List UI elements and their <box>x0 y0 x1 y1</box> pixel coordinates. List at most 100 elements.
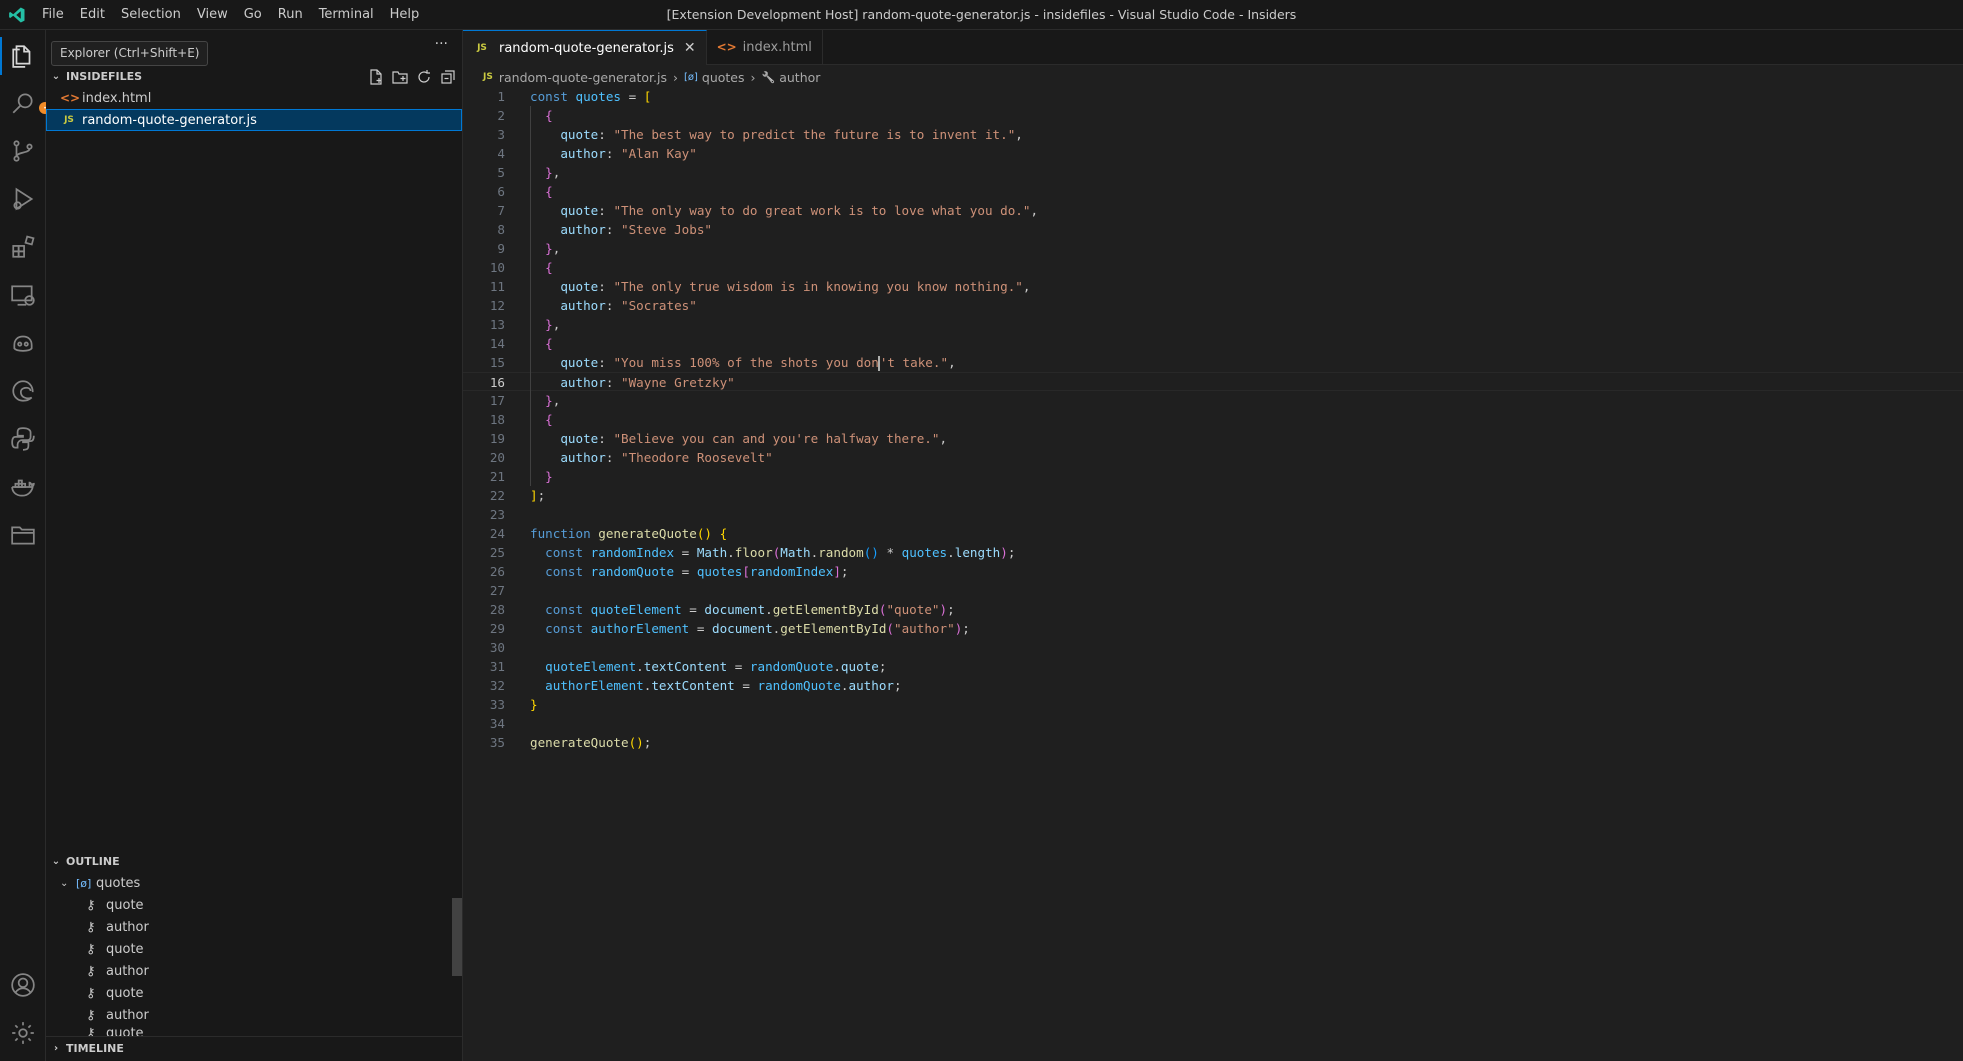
code-line[interactable]: 8 author: "Steve Jobs" <box>463 220 1963 239</box>
python-activity-button[interactable] <box>0 416 46 462</box>
breadcrumb-field[interactable]: author <box>779 70 820 85</box>
close-icon[interactable]: ✕ <box>684 40 696 56</box>
code-token: } <box>545 469 553 484</box>
code-line[interactable]: 21 } <box>463 467 1963 486</box>
code-line[interactable]: 28 const quoteElement = document.getElem… <box>463 600 1963 619</box>
code-line[interactable]: 31 quoteElement.textContent = randomQuot… <box>463 657 1963 676</box>
code-line[interactable]: 3 quote: "The best way to predict the fu… <box>463 125 1963 144</box>
remote-explorer-activity-button[interactable] <box>0 272 46 318</box>
outline-item-author[interactable]: ⚷ author <box>46 916 462 938</box>
outline-item-quote[interactable]: ⚷ quote <box>46 938 462 960</box>
outline-section-header[interactable]: ⌄ OUTLINE <box>46 850 462 872</box>
outline-scrollbar[interactable] <box>452 898 462 976</box>
copilot-activity-button[interactable] <box>0 320 46 366</box>
explorer-section-header[interactable]: ⌄ INSIDEFILES <box>46 65 462 87</box>
code-line[interactable]: 5 }, <box>463 163 1963 182</box>
copilot-icon <box>13 335 33 352</box>
code-line[interactable]: 34 <box>463 714 1963 733</box>
code-line[interactable]: 12 author: "Socrates" <box>463 296 1963 315</box>
code-editor[interactable]: 1 const quotes = [2 {3 quote: "The best w… <box>463 87 1963 752</box>
new-folder-button[interactable] <box>392 69 410 87</box>
code-line[interactable]: 18 { <box>463 410 1963 429</box>
code-line[interactable]: 33} <box>463 695 1963 714</box>
tab-index-html[interactable]: <> index.html <box>707 30 823 64</box>
code-line[interactable]: 26 const randomQuote = quotes[randomInde… <box>463 562 1963 581</box>
outline-item-quote[interactable]: ⚷ quote <box>46 894 462 916</box>
file-item-index-html[interactable]: <> index.html <box>46 87 462 109</box>
accounts-activity-button[interactable] <box>0 962 46 1008</box>
code-line[interactable]: 35 generateQuote(); <box>463 733 1963 752</box>
more-actions-button[interactable]: ··· <box>435 36 448 52</box>
menu-edit[interactable]: Edit <box>72 0 113 30</box>
code-line[interactable]: 22]; <box>463 486 1963 505</box>
code-line[interactable]: 27 <box>463 581 1963 600</box>
code-line[interactable]: 29 const authorElement = document.getEle… <box>463 619 1963 638</box>
new-file-button[interactable] <box>368 69 386 87</box>
code-line[interactable]: 9 }, <box>463 239 1963 258</box>
code-line[interactable]: 10 { <box>463 258 1963 277</box>
line-source: author: "Theodore Roosevelt" <box>530 448 772 467</box>
timeline-section-header[interactable]: › TIMELINE <box>46 1036 462 1059</box>
code-line[interactable]: 6 { <box>463 182 1963 201</box>
search-activity-button[interactable] <box>0 80 46 126</box>
menu-selection[interactable]: Selection <box>113 0 189 30</box>
menu-terminal[interactable]: Terminal <box>311 0 382 30</box>
workspace-folder-name: INSIDEFILES <box>66 69 143 83</box>
line-number: 31 <box>489 659 505 674</box>
code-line[interactable]: 1 const quotes = [ <box>463 87 1963 106</box>
code-token: Math <box>780 545 811 560</box>
code-line[interactable]: 24 function generateQuote() { <box>463 524 1963 543</box>
refresh-explorer-button[interactable] <box>416 69 434 87</box>
code-line[interactable]: 17 }, <box>463 391 1963 410</box>
breadcrumb-symbol[interactable]: quotes <box>702 70 745 85</box>
tab-random-quote-generator-js[interactable]: JS random-quote-generator.js ✕ <box>463 30 707 65</box>
edge-activity-button[interactable] <box>0 368 46 414</box>
extensions-activity-button[interactable] <box>0 224 46 270</box>
breadcrumb-file[interactable]: random-quote-generator.js <box>499 70 667 85</box>
code-line[interactable]: 4 author: "Alan Kay" <box>463 144 1963 163</box>
code-line[interactable]: 13 }, <box>463 315 1963 334</box>
code-token: quote <box>560 203 599 218</box>
code-token: quote <box>560 431 599 446</box>
code-token: "The best way to predict the future is t… <box>613 127 1016 142</box>
outline-label: author <box>106 1007 149 1023</box>
project-manager-activity-button[interactable] <box>0 512 46 558</box>
code-token: . <box>765 602 773 617</box>
source-control-activity-button[interactable] <box>0 128 46 174</box>
run-debug-activity-button[interactable] <box>0 176 46 222</box>
code-line[interactable]: 2 { <box>463 106 1963 125</box>
menu-go[interactable]: Go <box>236 0 270 30</box>
outline-item-author[interactable]: ⚷ author <box>46 960 462 982</box>
code-token: "Believe you can and you're halfway ther… <box>613 431 940 446</box>
outline-item-quote[interactable]: ⚷ quote <box>46 1026 462 1036</box>
outline-item-quotes[interactable]: ⌄ [ø] quotes <box>46 872 462 894</box>
line-number: 19 <box>489 431 505 446</box>
file-item-random-quote-generator-js[interactable]: JS random-quote-generator.js <box>46 109 462 131</box>
menu-help[interactable]: Help <box>382 0 428 30</box>
code-line[interactable]: 30 <box>463 638 1963 657</box>
outline-item-quote[interactable]: ⚷ quote <box>46 982 462 1004</box>
collapse-folders-button[interactable] <box>440 69 458 87</box>
outline-item-author[interactable]: ⚷ author <box>46 1004 462 1026</box>
code-line[interactable]: 23 <box>463 505 1963 524</box>
code-token: getElementById <box>772 602 879 617</box>
code-line[interactable]: 14 { <box>463 334 1963 353</box>
manage-activity-button[interactable] <box>0 1010 46 1056</box>
code-line[interactable]: 15 quote: "You miss 100% of the shots yo… <box>463 353 1963 372</box>
menu-run[interactable]: Run <box>270 0 311 30</box>
code-line[interactable]: 7 quote: "The only way to do great work … <box>463 201 1963 220</box>
code-token: { <box>545 184 553 199</box>
menu-view[interactable]: View <box>189 0 236 30</box>
code-line[interactable]: 32 authorElement. textContent = randomQuo… <box>463 676 1963 695</box>
explorer-activity-button[interactable] <box>0 33 46 79</box>
code-token: ; <box>840 564 849 579</box>
code-line[interactable]: 16 author: "Wayne Gretzky" <box>463 372 1963 391</box>
code-line[interactable]: 20 author: "Theodore Roosevelt" <box>463 448 1963 467</box>
menu-file[interactable]: File <box>34 0 72 30</box>
code-line[interactable]: 25 const randomIndex = Math.floor(Math.r… <box>463 543 1963 562</box>
line-source: ]; <box>530 486 545 505</box>
code-line[interactable]: 11 quote: "The only true wisdom is in kn… <box>463 277 1963 296</box>
code-token: quotes <box>901 545 948 560</box>
code-line[interactable]: 19 quote: "Believe you can and you're ha… <box>463 429 1963 448</box>
docker-activity-button[interactable] <box>0 464 46 510</box>
